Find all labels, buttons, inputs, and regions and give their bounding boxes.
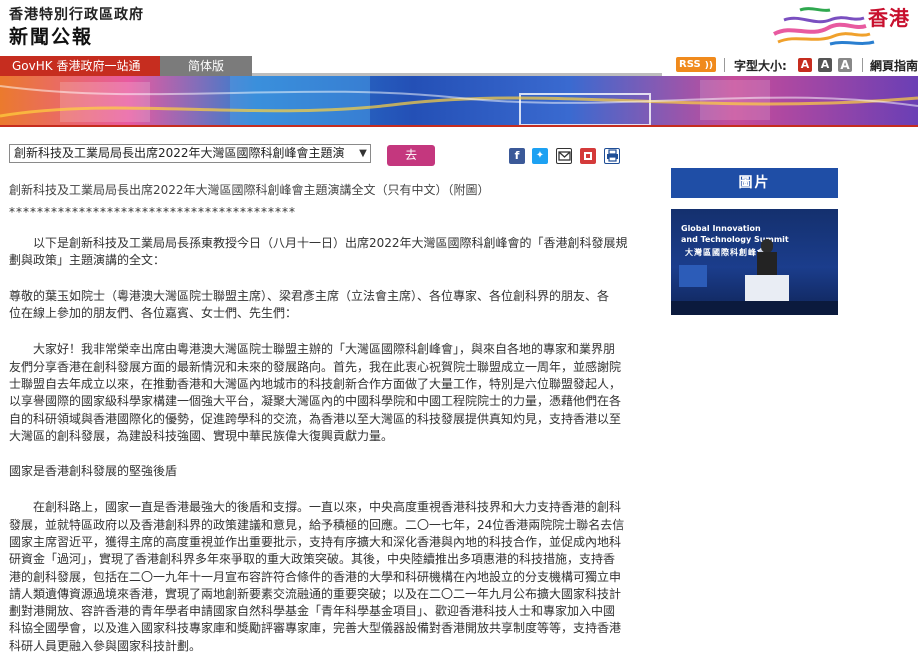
press-release-article: 創新科技及工業局局長出席2022年大灣區國際科創峰會主題演講全文（只有中文）（附… (9, 182, 641, 661)
article-line: 以享譽國際的國家級科學家構建一個強大平台，凝聚大灣區內的中國科學院和中國工程院院… (9, 394, 622, 408)
bookmark-icon[interactable] (580, 148, 596, 164)
chevron-down-icon: ▼ (356, 145, 370, 162)
article-line: 劃對港開放、容許香港的青年學者申請國家自然科學基金「青年科學基金項目」、歡迎香港… (9, 604, 616, 618)
article-line: 在創科路上，國家一直是香港最強大的後盾和支撐。一直以來，中央高度重視香港科技界和… (9, 500, 622, 514)
font-size-small-button[interactable]: A (798, 58, 812, 72)
rss-link[interactable]: RSS )) (676, 57, 716, 72)
photo-side-screen (679, 265, 707, 287)
brand-text: 香港 (868, 6, 910, 30)
article-separator-stars: ****************************************… (9, 205, 296, 219)
decorative-banner (0, 76, 918, 125)
go-button[interactable]: 去 (387, 145, 435, 166)
article-line: 位在線上參加的朋友們、各位嘉賓、女士們、先生們： (9, 306, 298, 320)
nav-separator (724, 58, 725, 72)
article-line: 劃與政策」主題演講的全文： (9, 253, 166, 267)
photo-event-title-line-3: 大灣區國際科創峰會 (685, 248, 766, 257)
site-header: 香港特別行政區政府 新聞公報 香港 (0, 0, 918, 56)
news-item-select[interactable]: 創新科技及工業局局長出席2022年大灣區國際科創峰會主題演 ▼ (9, 144, 371, 163)
sitemap-link[interactable]: 網頁指南 (870, 57, 918, 74)
email-icon[interactable] (556, 148, 572, 164)
article-line: 士聯盟自去年成立以來，在推動香港和大灣區內地城市的科技創新合作方面做了大量工作，… (9, 377, 622, 391)
article-title: 創新科技及工業局局長出席2022年大灣區國際科創峰會主題演講全文（只有中文）（附… (9, 183, 490, 197)
top-navbar: GovHK 香港政府一站通 简体版 RSS )) 字型大小: A A A 網頁指… (0, 56, 918, 76)
photo-section-heading: 圖片 (671, 168, 838, 198)
article-line: 研資金「過河」，實現了香港創科界多年來爭取的重大政策突破。其後，中央陸續推出多項… (9, 552, 616, 566)
font-size-large-button[interactable]: A (838, 58, 852, 72)
nav-separator (862, 58, 863, 72)
article-line: 尊敬的葉玉如院士（粵港澳大灣區院士聯盟主席）、梁君彥主席（立法會主席）、各位專家… (9, 289, 610, 303)
site-name[interactable]: 新聞公報 (9, 22, 93, 49)
article-line: 港的創科發展，包括在二〇一九年十一月宣布容許符合條件的香港的大學和科研機構在內地… (9, 570, 622, 584)
article-line: 大灣區的創科發展，為建設科技強國、實現中華民族偉大復興貢獻力量。 (9, 429, 394, 443)
article-line: 大家好！我非常榮幸出席由粵港澳大灣區院士聯盟主辦的「大灣區國際科創峰會」，與來自… (9, 342, 616, 356)
simplified-chinese-link[interactable]: 简体版 (160, 56, 252, 76)
photo-event-title-line-1: Global Innovation (681, 224, 761, 233)
article-line: 國家主席習近平，獲得主席的高度重視並作出重要批示，支持有序擴大和深化香港與內地的… (9, 535, 622, 549)
font-size-label: 字型大小: (734, 59, 787, 73)
banner-graphic (0, 76, 918, 125)
rss-icon: )) (704, 61, 713, 71)
govhk-link[interactable]: GovHK 香港政府一站通 (0, 56, 160, 76)
font-size-medium-button[interactable]: A (818, 58, 832, 72)
news-item-selected: 創新科技及工業局局長出席2022年大灣區國際科創峰會主題演 (14, 146, 345, 160)
article-line: 友們分享香港在創科發展方面的最新情況和未來的發展路向。首先，我在此衷心祝賀院士聯… (9, 360, 622, 374)
photo-thumbnail[interactable]: Global Innovation and Technology Summit … (671, 209, 838, 315)
facebook-icon[interactable]: f (509, 148, 525, 164)
article-subheading: 國家是香港創科發展的堅強後盾 (9, 464, 178, 478)
government-name[interactable]: 香港特別行政區政府 (9, 4, 144, 24)
print-icon[interactable] (604, 148, 620, 164)
photo-stage (671, 301, 838, 315)
banner-bottom-line (0, 125, 918, 127)
article-line: 科研人員更融入參與國家科技計劃。 (9, 639, 202, 653)
article-line: 自的科研領域與香港國際化的優勢，促進跨學科的交流，為香港以至大灣區的科技發展提供… (9, 412, 622, 426)
article-line: 科協全國學會，以及進入國家科技專家庫和獎勵評審專家庫，完善大型儀器設備對香港開放… (9, 621, 622, 635)
photo-speaker-head (761, 239, 773, 253)
article-line: 發展，並就特區政府以及香港創科界的政策建議和意見，給予積極的回應。二〇一七年，2… (9, 518, 625, 532)
article-line: 請人類遺傳資源過境來香港，實現了兩地創新要素交流融通的重要突破；以及在二〇二一年… (9, 587, 622, 601)
twitter-icon[interactable]: ✦ (532, 148, 548, 164)
rss-label: RSS (679, 59, 701, 70)
article-line: 以下是創新科技及工業局局長孫東教授今日（八月十一日）出席2022年大灣區國際科創… (9, 236, 628, 250)
